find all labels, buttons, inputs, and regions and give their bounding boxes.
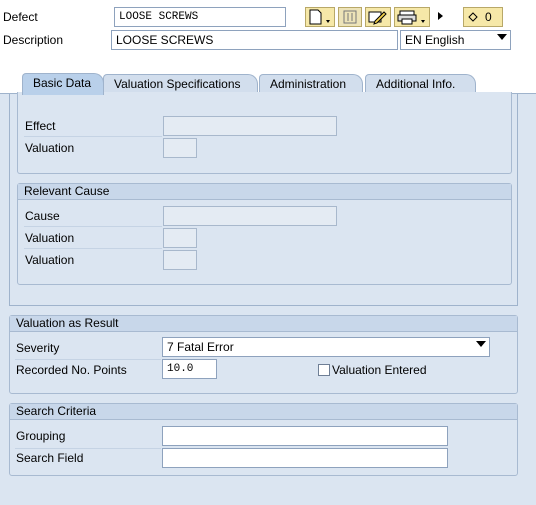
valuation-result-group: Valuation as Result Severity 7 Fatal Err… <box>9 315 518 394</box>
valuation-entered-label: Valuation Entered <box>332 363 427 377</box>
effect-group: Effect Valuation <box>17 92 512 174</box>
cause-valuation-label-1: Valuation <box>25 231 75 245</box>
new-document-button[interactable] <box>305 7 335 27</box>
cause-valuation-label-2: Valuation <box>25 253 75 267</box>
recorded-points-label: Recorded No. Points <box>16 363 127 377</box>
search-criteria-title: Search Criteria <box>10 404 517 420</box>
search-field-input[interactable] <box>162 448 448 468</box>
grouping-label: Grouping <box>16 429 66 443</box>
effect-label: Effect <box>25 119 56 133</box>
description-field[interactable]: LOOSE SCREWS <box>111 30 398 50</box>
chevron-down-icon <box>497 34 507 40</box>
valuation-entered-checkbox[interactable] <box>318 364 330 376</box>
print-button[interactable] <box>394 7 430 27</box>
grouping-field[interactable] <box>162 426 448 446</box>
effect-field[interactable] <box>163 116 337 136</box>
valuation-result-title: Valuation as Result <box>10 316 517 332</box>
edit-note-icon <box>368 11 387 25</box>
edit-note-button[interactable] <box>365 7 391 27</box>
recorded-points-field[interactable]: 10.0 <box>162 359 217 379</box>
relevant-cause-title: Relevant Cause <box>18 184 511 200</box>
search-criteria-group: Search Criteria Grouping Search Field <box>9 403 518 476</box>
cause-valuation-field-1[interactable] <box>163 228 197 248</box>
effect-valuation-label: Valuation <box>25 141 75 155</box>
cause-field[interactable] <box>163 206 337 226</box>
chevron-down-icon <box>476 341 486 347</box>
basic-data-panel: Effect Valuation Relevant Cause Cause Va… <box>9 92 518 306</box>
cause-valuation-field-2[interactable] <box>163 250 197 270</box>
attachment-button[interactable] <box>338 7 362 27</box>
relevant-cause-group: Relevant Cause Cause Valuation Valuation <box>17 183 512 285</box>
description-label: Description <box>3 33 64 47</box>
effect-valuation-field[interactable] <box>163 138 197 158</box>
attachment-icon <box>343 10 357 24</box>
severity-dropdown[interactable]: 7 Fatal Error <box>162 337 490 357</box>
defect-field[interactable]: LOOSE SCREWS <box>114 7 286 27</box>
cause-label: Cause <box>25 209 60 223</box>
counter-value: 0 <box>485 10 492 24</box>
language-value: EN English <box>405 33 465 47</box>
defect-label: Defect <box>3 10 38 24</box>
language-dropdown[interactable]: EN English <box>400 30 511 50</box>
severity-label: Severity <box>16 341 60 355</box>
severity-value: 7 Fatal Error <box>167 340 234 354</box>
counter-icon <box>468 12 478 22</box>
tab-basic-data[interactable]: Basic Data <box>22 73 104 95</box>
new-document-icon <box>309 9 330 25</box>
print-icon <box>397 10 425 25</box>
counter-button[interactable]: 0 <box>463 7 503 27</box>
search-field-label: Search Field <box>16 451 84 465</box>
more-arrow-icon[interactable] <box>438 12 443 20</box>
